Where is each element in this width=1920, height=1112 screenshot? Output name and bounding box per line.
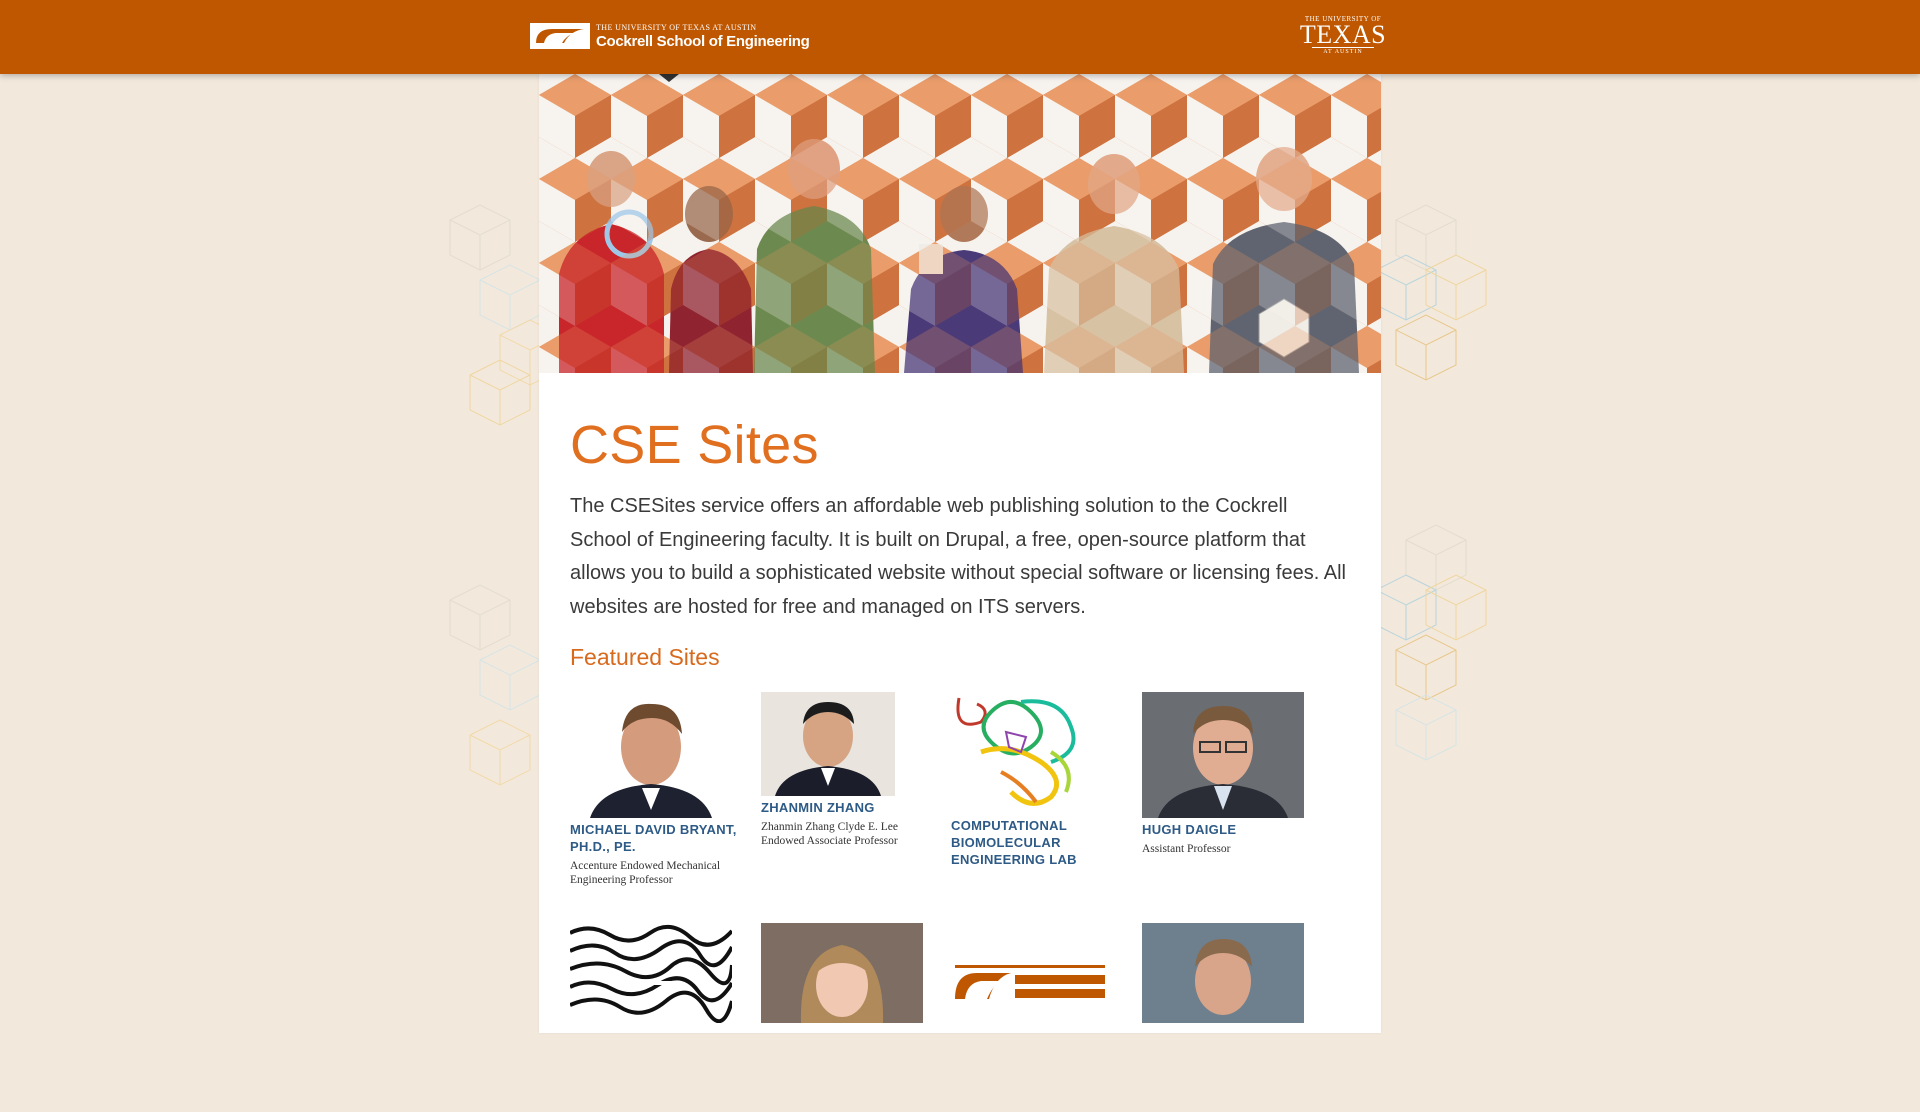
featured-site-card-daigle[interactable]: Hugh Daigle Assistant Professor	[1142, 692, 1312, 856]
featured-sites-heading: Featured Sites	[570, 644, 720, 670]
featured-site-role: Accenture Endowed Mechanical Engineering…	[570, 860, 721, 886]
hero-notch-marker	[659, 74, 679, 82]
featured-sites-grid: Michael David Bryant, Ph.D., PE. Accentu…	[570, 692, 1360, 1112]
featured-site-card-5[interactable]	[570, 923, 740, 1023]
featured-site-card-7[interactable]	[951, 923, 1121, 1023]
main-content-panel: CSE Sites The CSESites service offers an…	[539, 74, 1381, 1033]
featured-site-role: Zhanmin Zhang Clyde E. Lee Endowed Assoc…	[761, 821, 899, 847]
portrait-photo-image	[570, 692, 732, 818]
page-content: CSE Sites The CSESites service offers an…	[570, 414, 1360, 1112]
featured-site-card-6[interactable]	[761, 923, 931, 1023]
featured-site-card-bryant[interactable]: Michael David Bryant, Ph.D., PE. Accentu…	[570, 692, 740, 887]
intro-paragraph: The CSESites service offers an affordabl…	[570, 495, 1346, 618]
cockrell-logo-icon	[530, 23, 590, 49]
background-cube-pattern-right	[1376, 204, 1487, 761]
hero-banner-image	[539, 74, 1381, 373]
bw-texture-image	[570, 923, 732, 1023]
featured-site-name: Michael David Bryant, Ph.D., PE.	[570, 822, 737, 854]
cockrell-school-logo-link[interactable]: The University of Texas at Austin Cockre…	[530, 16, 810, 56]
ut-logo-wordmark: TEXAS	[1299, 20, 1387, 49]
portrait-photo-image	[761, 692, 895, 796]
featured-site-name: Computational Biomolecular Engineering L…	[951, 818, 1077, 867]
school-university-line: The University of Texas at Austin	[596, 22, 757, 32]
featured-site-card-8[interactable]	[1142, 923, 1312, 1023]
portrait-photo-image	[1142, 923, 1304, 1023]
cockrell-logo-image	[951, 923, 1113, 1023]
ut-austin-logo-link[interactable]: The University of TEXAS at Austin	[1298, 15, 1388, 55]
featured-site-card-cbe-lab[interactable]: Computational Biomolecular Engineering L…	[951, 692, 1121, 868]
protein-ribbon-image	[951, 692, 1091, 814]
featured-site-name: Hugh Daigle	[1142, 822, 1237, 837]
top-header-bar: The University of Texas at Austin Cockre…	[0, 0, 1920, 74]
featured-site-name: Zhanmin Zhang	[761, 800, 875, 815]
portrait-photo-image	[1142, 692, 1304, 818]
page-title: CSE Sites	[570, 415, 819, 475]
portrait-photo-image	[761, 923, 923, 1023]
featured-site-card-zhang[interactable]: Zhanmin Zhang Zhanmin Zhang Clyde E. Lee…	[761, 692, 931, 848]
hero-photo-collage	[539, 74, 1381, 373]
school-name: Cockrell School of Engineering	[596, 32, 810, 50]
featured-site-role: Assistant Professor	[1142, 843, 1231, 855]
